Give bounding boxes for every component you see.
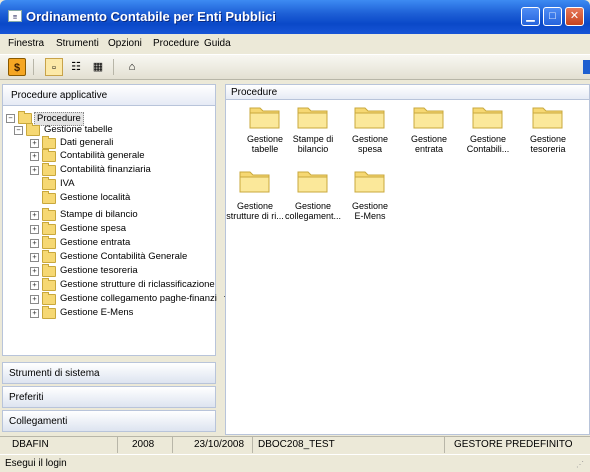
list-view-icon[interactable]: ☷ — [67, 58, 85, 76]
tree-node-procedure[interactable]: − Procedure — [6, 111, 211, 126]
folder-icon — [296, 168, 330, 194]
tree-node-iva[interactable]: IVA — [30, 177, 211, 190]
folder-icon — [42, 236, 56, 249]
procedure-header-label: Procedure — [231, 87, 278, 98]
status-date: 23/10/2008 — [173, 437, 253, 453]
menu-strumenti[interactable]: Strumenti — [56, 38, 99, 49]
folder-icon — [42, 177, 56, 190]
close-button[interactable]: ✕ — [565, 7, 584, 26]
tree-node-dati-generali[interactable]: + Dati generali — [30, 136, 211, 149]
expand-icon[interactable]: + — [30, 152, 39, 161]
tree-node-contabilita-finanziaria[interactable]: + Contabilità finanziaria — [30, 163, 211, 176]
folder-icon — [42, 264, 56, 277]
status-year: 2008 — [118, 437, 173, 453]
menu-guida[interactable]: Guida — [204, 38, 231, 49]
preferiti-section[interactable]: Preferiti — [2, 386, 216, 408]
expand-icon[interactable]: + — [30, 309, 39, 318]
icon-gestione-contabilita[interactable]: Gestione Contabili... — [455, 104, 521, 164]
section-label: Preferiti — [9, 392, 44, 403]
tree-node-gestione-strutture[interactable]: + Gestione strutture di riclassificazion… — [30, 278, 215, 291]
message-bar: Esegui il login — [0, 454, 590, 472]
toolbar-scroll-handle[interactable] — [583, 60, 590, 74]
section-label: Collegamenti — [9, 416, 68, 427]
expand-icon[interactable]: + — [30, 225, 39, 234]
folder-icon — [42, 208, 56, 221]
tree-node-gestione-tesoreria[interactable]: + Gestione tesoreria — [30, 264, 211, 277]
status-manager: GESTORE PREDEFINITO — [454, 439, 573, 450]
folder-icon — [353, 104, 387, 130]
tree-node-gestione-spesa[interactable]: + Gestione spesa — [30, 222, 211, 235]
folder-icon — [26, 123, 40, 136]
tree-node-stampe-di-bilancio[interactable]: + Stampe di bilancio — [30, 208, 211, 221]
large-icons-view-icon[interactable]: ▫ — [45, 58, 63, 76]
icon-gestione-e-mens[interactable]: Gestione E-Mens — [337, 168, 403, 228]
icon-gestione-entrata[interactable]: Gestione entrata — [396, 104, 462, 164]
status-instance: DBOC208_TEST — [253, 437, 445, 453]
collapse-icon[interactable]: − — [6, 114, 15, 123]
resize-grip-icon[interactable]: ⋰ — [576, 460, 586, 470]
expand-icon[interactable]: + — [30, 239, 39, 248]
folder-icon — [296, 104, 330, 130]
folder-icon — [42, 163, 56, 176]
folder-icon — [248, 104, 282, 130]
menu-procedure[interactable]: Procedure — [153, 38, 199, 49]
tree-node-gestione-contabilita-generale[interactable]: + Gestione Contabilità Generale — [30, 250, 211, 263]
folder-icon — [42, 278, 56, 291]
tree-node-gestione-entrata[interactable]: + Gestione entrata — [30, 236, 211, 249]
procedure-header: Procedure — [225, 84, 590, 100]
home-icon[interactable]: ⌂ — [123, 58, 141, 76]
folder-icon — [42, 250, 56, 263]
expand-icon[interactable]: + — [30, 166, 39, 175]
folder-icon — [531, 104, 565, 130]
tree-node-gestione-e-mens[interactable]: + Gestione E-Mens — [30, 306, 211, 319]
folder-icon — [412, 104, 446, 130]
expand-icon[interactable]: + — [30, 267, 39, 276]
window-title: Ordinamento Contabile per Enti Pubblici — [26, 9, 276, 24]
folder-icon — [353, 168, 387, 194]
maximize-button[interactable]: □ — [543, 7, 562, 26]
expand-icon[interactable]: + — [30, 139, 39, 148]
folder-icon — [42, 149, 56, 162]
tree-node-gestione-collegamento[interactable]: + Gestione collegamento paghe-finanziari… — [30, 292, 233, 305]
folder-icon — [42, 136, 56, 149]
procedure-applicative-header[interactable]: Procedure applicative — [2, 84, 216, 106]
icon-gestione-spesa[interactable]: Gestione spesa — [337, 104, 403, 164]
folder-icon — [42, 292, 56, 305]
tree-node-gestione-tabelle[interactable]: − Gestione tabelle — [14, 123, 211, 136]
folder-icon — [238, 168, 272, 194]
expand-icon[interactable]: + — [30, 295, 39, 304]
login-icon[interactable]: $ — [8, 58, 26, 76]
menu-opzioni[interactable]: Opzioni — [108, 38, 142, 49]
folder-icon — [42, 306, 56, 319]
expand-icon[interactable]: + — [30, 253, 39, 262]
folder-icon — [471, 104, 505, 130]
expand-icon[interactable]: + — [30, 281, 39, 290]
menu-finestra[interactable]: Finestra — [8, 38, 44, 49]
collapse-icon[interactable]: − — [14, 126, 23, 135]
status-database: DBAFIN — [0, 437, 118, 453]
folder-icon — [42, 222, 56, 235]
panel-splitter[interactable] — [217, 84, 224, 436]
tree-node-contabilita-generale[interactable]: + Contabilità generale — [30, 149, 211, 162]
section-label: Strumenti di sistema — [9, 368, 100, 379]
icon-gestione-strutture[interactable]: Gestione strutture di ri... — [222, 168, 288, 228]
procedure-applicative-label: Procedure applicative — [11, 90, 108, 101]
status-message: Esegui il login — [5, 458, 67, 469]
minimize-button[interactable]: ▁ — [521, 7, 540, 26]
app-icon: ≡ — [8, 10, 22, 22]
folder-icon — [42, 191, 56, 204]
toolbar-separator — [113, 59, 114, 75]
icon-gestione-tesoreria[interactable]: Gestione tesoreria — [515, 104, 581, 164]
strumenti-di-sistema-section[interactable]: Strumenti di sistema — [2, 362, 216, 384]
collegamenti-section[interactable]: Collegamenti — [2, 410, 216, 432]
details-view-icon[interactable]: ▦ — [89, 58, 107, 76]
toolbar-separator — [33, 59, 34, 75]
tree-node-gestione-localita[interactable]: Gestione località — [30, 191, 211, 204]
expand-icon[interactable]: + — [30, 211, 39, 220]
